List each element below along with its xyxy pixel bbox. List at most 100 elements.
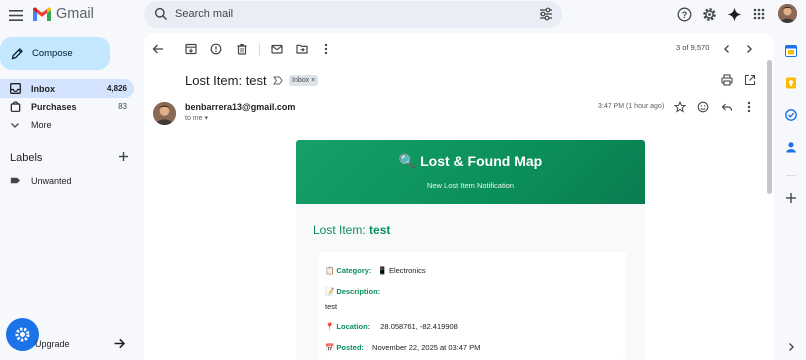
category-value: 📱 Electronics	[377, 266, 426, 275]
detail-description-key-row: 📝 Description:	[325, 287, 380, 296]
emoji-reaction-button[interactable]	[697, 101, 709, 113]
lost-item-name: test	[369, 223, 391, 237]
newer-button[interactable]	[720, 42, 734, 56]
posted-key: 📅 Posted:	[325, 343, 364, 352]
more-actions-button[interactable]	[319, 42, 333, 56]
sidebar-item-more[interactable]: More	[0, 116, 134, 135]
label-tag-icon	[10, 177, 20, 184]
sidebar-label-name: Unwanted	[31, 176, 72, 186]
tasks-app-icon[interactable]	[785, 109, 797, 121]
archive-button[interactable]	[184, 42, 198, 56]
reply-button[interactable]	[721, 101, 733, 113]
mark-unread-button[interactable]	[270, 42, 284, 56]
gmail-logo[interactable]: Gmail	[32, 6, 94, 22]
detail-category: 📋 Category: 📱 Electronics	[325, 266, 426, 275]
email-subject: Lost Item: test	[185, 73, 267, 88]
svg-text:?: ?	[681, 9, 687, 19]
settings-gear-icon[interactable]	[701, 6, 717, 22]
card-subtitle: New Lost Item Notification	[426, 181, 515, 190]
description-value: test	[325, 302, 338, 311]
item-details-box: 📋 Category: 📱 Electronics 📝 Description:…	[319, 252, 626, 360]
notification-card-header: 🔍 Lost & Found Map New Lost Item Notific…	[296, 140, 645, 204]
detail-description-value-row: test	[325, 302, 337, 311]
compose-label: Compose	[32, 48, 73, 59]
plus-icon	[786, 193, 796, 203]
sidebar-label-unwanted[interactable]: Unwanted	[0, 171, 134, 190]
pagination-text: 3 of 9,570	[676, 43, 710, 52]
report-spam-button[interactable]	[209, 42, 223, 56]
chevron-left-icon	[724, 45, 729, 53]
inbox-icon	[10, 83, 21, 94]
inbox-label-chip[interactable]: Inbox ×	[289, 75, 319, 86]
print-icon	[721, 74, 733, 86]
scrollbar-thumb[interactable]	[767, 60, 772, 194]
sidebar-item-inbox[interactable]: Inbox 4,826	[0, 79, 134, 98]
detail-location: 📍 Location: 28.058761, -82.419908	[325, 322, 458, 331]
search-bar[interactable]	[144, 1, 562, 28]
card-title: 🔍 Lost & Found Map	[398, 153, 543, 169]
important-marker-icon[interactable]	[273, 76, 283, 85]
open-in-new-icon	[744, 74, 756, 86]
support-icon[interactable]: ?	[676, 6, 692, 22]
star-icon	[674, 101, 686, 113]
older-button[interactable]	[742, 42, 756, 56]
star-button[interactable]	[674, 101, 686, 113]
reply-icon	[721, 103, 733, 111]
toolbar-divider	[259, 43, 260, 56]
upgrade-arrow-icon[interactable]	[113, 337, 126, 350]
sparkle-gear-icon	[15, 327, 30, 342]
main-menu-button[interactable]	[6, 5, 26, 25]
chevron-right-icon	[789, 343, 794, 351]
get-addons-button[interactable]	[785, 192, 797, 204]
labels-heading: Labels	[10, 152, 43, 164]
move-to-button[interactable]	[295, 42, 309, 56]
detail-posted: 📅 Posted: November 22, 2025 at 03:47 PM	[325, 343, 480, 352]
create-label-button[interactable]	[118, 151, 129, 162]
plus-icon	[119, 152, 128, 161]
sidebar-item-purchases[interactable]: Purchases 83	[0, 97, 134, 116]
back-arrow-icon	[152, 44, 163, 54]
compose-button[interactable]: Compose	[0, 37, 110, 70]
account-avatar[interactable]	[778, 4, 797, 23]
category-key: 📋 Category:	[325, 266, 372, 275]
show-side-panel-button[interactable]	[785, 341, 797, 353]
recipient-details[interactable]: to me ▾	[185, 114, 208, 122]
search-input[interactable]	[175, 1, 475, 28]
notification-card-body: Lost Item: test 📋 Category: 📱 Electronic…	[296, 204, 645, 360]
print-button[interactable]	[721, 74, 733, 86]
more-vertical-icon	[324, 43, 328, 55]
description-key: 📝 Description:	[325, 287, 381, 296]
sidebar-item-count: 83	[118, 102, 127, 111]
mark-unread-icon	[271, 44, 283, 54]
upgrade-label[interactable]: Upgrade	[35, 339, 70, 349]
chevron-down-icon	[11, 123, 19, 128]
lost-item-heading: Lost Item: test	[313, 223, 390, 237]
gemini-sparkle-icon[interactable]	[726, 6, 742, 22]
shopping-bag-icon	[10, 101, 21, 112]
posted-value: November 22, 2025 at 03:47 PM	[372, 343, 481, 352]
sidebar-item-label: More	[31, 120, 52, 130]
location-value: 28.058761, -82.419908	[380, 322, 458, 331]
google-apps-icon[interactable]	[751, 6, 767, 22]
move-folder-icon	[296, 44, 308, 54]
sender-email[interactable]: benbarrera13@gmail.com	[185, 102, 295, 112]
sender-avatar[interactable]	[153, 102, 176, 125]
email-timestamp: 3:47 PM (1 hour ago)	[598, 103, 665, 110]
delete-button[interactable]	[235, 42, 249, 56]
search-options-icon[interactable]	[539, 7, 553, 21]
contacts-app-icon[interactable]	[785, 141, 797, 153]
sidebar-item-count: 4,826	[106, 84, 127, 93]
pencil-icon	[11, 48, 23, 60]
chevron-right-icon	[747, 45, 752, 53]
search-icon[interactable]	[154, 7, 168, 21]
email-view-panel: 3 of 9,570 Lost Item: test Inbox × benba…	[144, 33, 774, 360]
keep-app-icon[interactable]	[785, 77, 797, 89]
calendar-app-icon[interactable]	[785, 45, 797, 57]
lost-item-heading-prefix: Lost Item:	[313, 223, 370, 237]
message-more-button[interactable]	[747, 101, 751, 113]
open-new-window-button[interactable]	[744, 74, 756, 86]
trash-icon	[237, 44, 247, 55]
hamburger-icon	[9, 9, 23, 21]
back-button[interactable]	[151, 42, 165, 56]
location-key: 📍 Location:	[325, 322, 371, 331]
